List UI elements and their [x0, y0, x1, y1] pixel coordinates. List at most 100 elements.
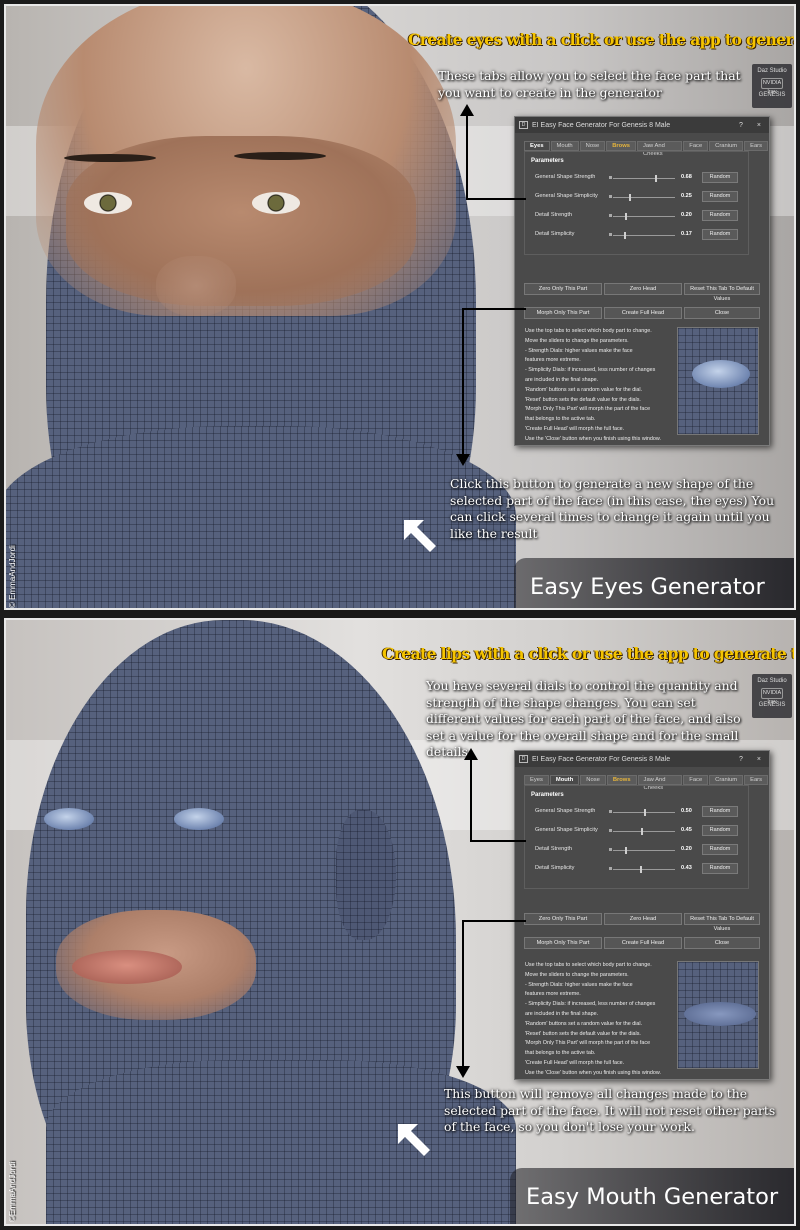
parameter-slider[interactable] [613, 235, 675, 236]
morph-only-this-part-button[interactable]: Morph Only This Part [524, 937, 602, 949]
slider-handle[interactable] [628, 194, 631, 201]
zero-only-this-part-button[interactable]: Zero Only This Part [524, 283, 602, 295]
button-note: Click this button to generate a new shap… [450, 476, 775, 541]
parameter-row: Detail Simplicity 0.43 Random [535, 863, 738, 875]
tab-eyes[interactable]: Eyes [524, 775, 549, 785]
help-line: Use the 'Close' button when you finish u… [525, 1069, 662, 1076]
close-icon[interactable]: × [757, 756, 761, 763]
arrow-down-icon [456, 1066, 470, 1078]
zero-head-button[interactable]: Zero Head [604, 913, 682, 925]
banner-title: Easy Mouth Generator [526, 1184, 779, 1210]
help-line: - Strength Dials: higher values make the… [525, 347, 633, 354]
parameter-label: General Shape Simplicity [535, 827, 598, 833]
slider-handle[interactable] [655, 175, 658, 182]
reset-this-tab-to-default-values-button[interactable]: Reset This Tab To Default Values [684, 283, 760, 302]
parameter-label: Detail Strength [535, 846, 573, 852]
slider-handle[interactable] [640, 828, 643, 835]
help-line: 'Random' buttons set a random value for … [525, 1020, 643, 1027]
title-banner: Easy Eyes Generator [514, 558, 794, 608]
tab-nose[interactable]: Nose [579, 141, 606, 151]
help-line: Move the sliders to change the parameter… [525, 337, 629, 344]
right-eye [252, 192, 300, 214]
parameter-row: Detail Strength 0.20 Random [535, 844, 738, 856]
slider-handle[interactable] [623, 232, 626, 239]
tab-face[interactable]: Face [683, 775, 709, 785]
morph-only-this-part-button[interactable]: Morph Only This Part [524, 307, 602, 319]
help-button[interactable]: ? [739, 756, 743, 763]
parameter-slider[interactable] [613, 197, 675, 198]
parameter-slider[interactable] [613, 869, 675, 870]
lips [72, 950, 182, 984]
tab-mouth[interactable]: Mouth [549, 775, 580, 785]
parameter-row: General Shape Simplicity 0.45 Random [535, 825, 738, 837]
arrow-line [462, 920, 526, 922]
tab-cranium[interactable]: Cranium [709, 775, 744, 785]
reset-this-tab-to-default-values-button[interactable]: Reset This Tab To Default Values [684, 913, 760, 932]
slider-minus-icon[interactable] [609, 848, 612, 851]
tab-jaw-and-cheeks[interactable]: Jaw And Cheeks [637, 775, 683, 791]
slider-minus-icon[interactable] [609, 829, 612, 832]
nose [156, 256, 236, 316]
tab-face[interactable]: Face [683, 141, 709, 151]
parameter-slider[interactable] [613, 850, 675, 851]
parameter-slider[interactable] [613, 831, 675, 832]
slider-minus-icon[interactable] [609, 867, 612, 870]
parameter-slider[interactable] [613, 216, 675, 217]
neck-render [46, 1060, 516, 1224]
create-full-head-button[interactable]: Create Full Head [604, 937, 682, 949]
left-eyeball [44, 808, 94, 830]
pointer-arrow-icon [398, 1124, 430, 1156]
arrow-line [470, 760, 472, 842]
random-button[interactable]: Random [702, 191, 738, 202]
slider-handle[interactable] [644, 809, 646, 816]
tab-cranium[interactable]: Cranium [709, 141, 744, 151]
eyes-panel: Create eyes with a click or use the app … [4, 4, 796, 610]
slider-minus-icon[interactable] [609, 195, 612, 198]
left-eye [84, 192, 132, 214]
eye-preview-thumbnail [677, 327, 759, 435]
tab-brows[interactable]: Brows [606, 775, 637, 785]
random-button[interactable]: Random [702, 844, 738, 855]
slider-handle[interactable] [625, 847, 628, 854]
close-icon[interactable]: × [757, 122, 761, 129]
slider-handle[interactable] [625, 213, 628, 220]
tab-ears[interactable]: Ears [744, 775, 768, 785]
tab-eyes[interactable]: Eyes [524, 141, 550, 151]
parameter-row: General Shape Strength 0.50 Random [535, 806, 738, 818]
slider-minus-icon[interactable] [609, 810, 612, 813]
close-button[interactable]: Close [684, 307, 760, 319]
parameter-slider[interactable] [613, 178, 675, 179]
zero-head-button[interactable]: Zero Head [604, 283, 682, 295]
tab-ears[interactable]: Ears [744, 141, 768, 151]
parameters-label: Parameters [531, 158, 564, 164]
help-line: - Simplicity Dials: if increased, less n… [525, 367, 656, 374]
tab-mouth[interactable]: Mouth [550, 141, 579, 151]
create-full-head-button[interactable]: Create Full Head [604, 307, 682, 319]
slider-minus-icon[interactable] [609, 176, 612, 179]
right-brow [234, 152, 326, 160]
mouth-preview [684, 1002, 756, 1026]
help-line: Move the sliders to change the parameter… [525, 971, 629, 978]
random-button[interactable]: Random [702, 210, 738, 221]
slider-minus-icon[interactable] [609, 233, 612, 236]
tab-jaw-and-cheeks[interactable]: Jaw And Cheeks [636, 141, 683, 157]
help-button[interactable]: ? [739, 122, 743, 129]
slider-handle[interactable] [639, 866, 642, 873]
random-button[interactable]: Random [702, 825, 738, 836]
parameter-label: Detail Simplicity [535, 231, 575, 237]
close-button[interactable]: Close [684, 937, 760, 949]
random-button[interactable]: Random [702, 229, 738, 240]
help-line: - Strength Dials: higher values make the… [525, 981, 633, 988]
zero-only-this-part-button[interactable]: Zero Only This Part [524, 913, 602, 925]
action-buttons-row1: Zero Only This Part Zero Head Reset This T… [524, 283, 760, 302]
dialog-title: EI Easy Face Generator For Genesis 8 Mal… [532, 755, 671, 763]
tab-brows[interactable]: Brows [606, 141, 636, 151]
random-button[interactable]: Random [702, 863, 738, 874]
slider-minus-icon[interactable] [609, 214, 612, 217]
random-button[interactable]: Random [702, 806, 738, 817]
random-button[interactable]: Random [702, 172, 738, 183]
help-line: 'Morph Only This Part' will morph the pa… [525, 406, 651, 413]
tab-nose[interactable]: Nose [580, 775, 606, 785]
button-note: This button will remove all changes made… [444, 1086, 776, 1134]
arrow-line [466, 198, 526, 200]
